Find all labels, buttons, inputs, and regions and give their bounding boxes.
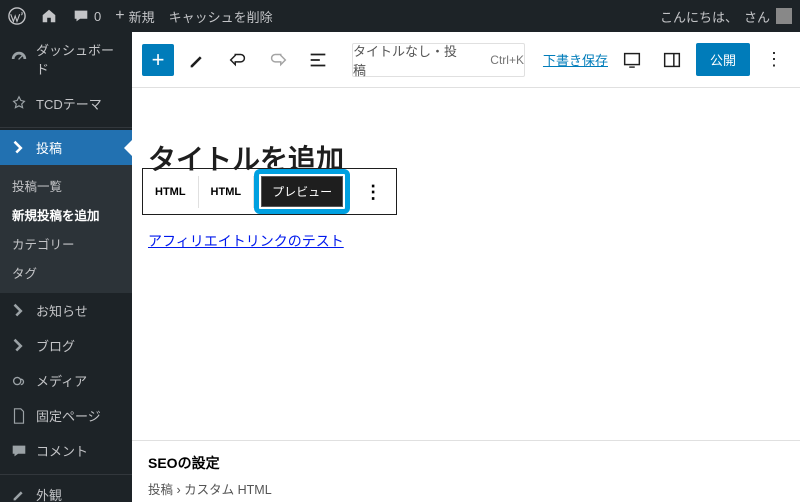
affiliate-link[interactable]: アフィリエイトリンクのテスト (148, 231, 344, 251)
avatar[interactable] (776, 8, 792, 24)
sub-posts-tag[interactable]: タグ (0, 258, 132, 287)
preview-device-button[interactable] (616, 44, 648, 76)
menu-pages[interactable]: 固定ページ (0, 398, 132, 433)
menu-comments[interactable]: コメント (0, 433, 132, 468)
comments-count[interactable]: 0 (72, 7, 101, 25)
editor-canvas[interactable]: タイトルを追加 HTML HTML プレビュー ⋮ アフィリエイトリンクのテスト (132, 88, 800, 440)
sub-posts-cat[interactable]: カテゴリー (0, 229, 132, 258)
add-block-button[interactable]: + (142, 44, 174, 76)
posts-submenu: 投稿一覧 新規投稿を追加 カテゴリー タグ (0, 165, 132, 293)
new-item[interactable]: +新規 (115, 7, 154, 26)
admin-sidebar: ダッシュボード TCDテーマ 投稿 投稿一覧 新規投稿を追加 カテゴリー タグ … (0, 32, 132, 502)
wordpress-logo-icon[interactable] (8, 7, 26, 25)
document-title-button[interactable]: タイトルなし・投稿Ctrl+K (352, 43, 525, 77)
menu-dashboard[interactable]: ダッシュボード (0, 32, 132, 86)
menu-media[interactable]: メディア (0, 363, 132, 398)
publish-button[interactable]: 公開 (696, 43, 750, 76)
comments-count-value: 0 (94, 9, 101, 24)
breadcrumb[interactable]: 投稿 › カスタム HTML (148, 479, 784, 498)
menu-notice[interactable]: お知らせ (0, 293, 132, 328)
post-title-input[interactable]: タイトルを追加 (148, 138, 784, 178)
sub-posts-new[interactable]: 新規投稿を追加 (0, 200, 132, 229)
block-type-icon[interactable]: HTML (143, 176, 199, 208)
menu-posts[interactable]: 投稿 (0, 130, 132, 165)
cache-clear[interactable]: キャッシュを削除 (169, 7, 273, 26)
save-draft-button[interactable]: 下書き保存 (543, 50, 608, 69)
editor-content: + タイトルなし・投稿Ctrl+K 下書き保存 公開 ⋮ タイトルを追加 HTM… (132, 32, 800, 502)
sidebar-toggle-button[interactable] (656, 44, 688, 76)
home-icon[interactable] (40, 7, 58, 25)
html-tab[interactable]: HTML (199, 176, 255, 208)
new-label: 新規 (129, 7, 155, 26)
redo-button[interactable] (262, 44, 294, 76)
block-toolbar: HTML HTML プレビュー ⋮ (142, 168, 397, 215)
user-suffix: さん (744, 7, 770, 26)
menu-tcd[interactable]: TCDテーマ (0, 86, 132, 121)
edit-mode-button[interactable] (182, 44, 214, 76)
sub-posts-list[interactable]: 投稿一覧 (0, 171, 132, 200)
admin-bar: 0 +新規 キャッシュを削除 こんにちは、 さん (0, 0, 800, 32)
menu-blog[interactable]: ブログ (0, 328, 132, 363)
outline-button[interactable] (302, 44, 334, 76)
greeting-text: こんにちは、 (660, 7, 738, 26)
undo-button[interactable] (222, 44, 254, 76)
options-button[interactable]: ⋮ (758, 44, 790, 76)
editor-toolbar: + タイトルなし・投稿Ctrl+K 下書き保存 公開 ⋮ (132, 32, 800, 88)
menu-appearance[interactable]: 外観 (0, 477, 132, 502)
preview-tab[interactable]: プレビュー (261, 176, 343, 207)
block-options-button[interactable]: ⋮ (350, 182, 396, 202)
seo-heading: SEOの設定 (148, 453, 784, 473)
preview-highlight: プレビュー (254, 169, 350, 214)
seo-panel: SEOの設定 投稿 › カスタム HTML (132, 440, 800, 502)
